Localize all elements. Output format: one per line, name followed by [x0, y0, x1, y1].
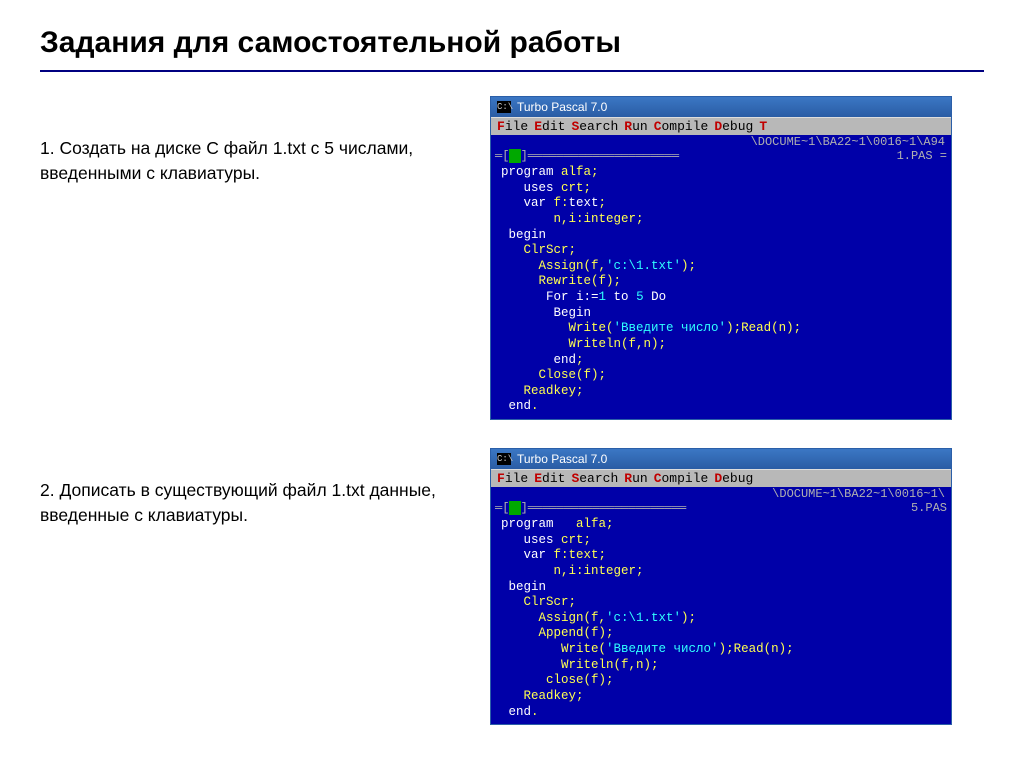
- tab-filename: 1.PAS =: [897, 149, 947, 163]
- tab-bar: ═[█]═════════════════════ 1.PAS =: [491, 149, 951, 163]
- menu-edit-2[interactable]: Edit: [534, 471, 565, 486]
- window-title: Turbo Pascal 7.0: [517, 100, 607, 114]
- menu-compile-2[interactable]: Compile: [654, 471, 709, 486]
- window-titlebar: C:\ Turbo Pascal 7.0: [491, 97, 951, 117]
- menu-file-2[interactable]: File: [497, 471, 528, 486]
- tab-left-2: ═[█]══════════════════════: [495, 501, 686, 515]
- menu-search-2[interactable]: Search: [571, 471, 618, 486]
- task-1-text: 1. Создать на диске С файл 1.txt с 5 чис…: [40, 96, 460, 187]
- menu-edit[interactable]: Edit: [534, 119, 565, 134]
- screenshot-1: C:\ Turbo Pascal 7.0 File Edit Search Ru…: [490, 96, 952, 420]
- menu-debug[interactable]: Debug: [714, 119, 753, 134]
- title-underline: [40, 70, 984, 72]
- menu-bar-2: File Edit Search Run Compile Debug: [491, 469, 951, 487]
- slide: Задания для самостоятельной работы 1. Со…: [0, 0, 1024, 773]
- tab-left: ═[█]═════════════════════: [495, 149, 679, 163]
- menu-file[interactable]: File: [497, 119, 528, 134]
- path-bar: \DOCUME~1\BA22~1\0016~1\A94: [491, 135, 951, 149]
- menu-debug-2[interactable]: Debug: [714, 471, 753, 486]
- menu-run-2[interactable]: Run: [624, 471, 647, 486]
- menu-compile[interactable]: Compile: [654, 119, 709, 134]
- window-title-2: Turbo Pascal 7.0: [517, 452, 607, 466]
- task-2-text: 2. Дописать в существующий файл 1.txt да…: [40, 448, 460, 529]
- tab-bar-2: ═[█]══════════════════════ 5.PAS: [491, 501, 951, 515]
- row-task-1: 1. Создать на диске С файл 1.txt с 5 чис…: [40, 96, 984, 420]
- cmd-icon-2: C:\: [497, 453, 511, 465]
- menu-bar: File Edit Search Run Compile Debug T: [491, 117, 951, 135]
- slide-title: Задания для самостоятельной работы: [40, 26, 984, 60]
- code-area-1: program alfa; uses crt; var f:text; n,i:…: [491, 163, 951, 419]
- screenshot-2: C:\ Turbo Pascal 7.0 File Edit Search Ru…: [490, 448, 952, 725]
- cmd-icon: C:\: [497, 101, 511, 113]
- menu-more[interactable]: T: [759, 119, 767, 134]
- menu-search[interactable]: Search: [571, 119, 618, 134]
- path-bar-2: \DOCUME~1\BA22~1\0016~1\: [491, 487, 951, 501]
- tab-filename-2: 5.PAS: [911, 501, 947, 515]
- row-task-2: 2. Дописать в существующий файл 1.txt да…: [40, 448, 984, 725]
- window-titlebar-2: C:\ Turbo Pascal 7.0: [491, 449, 951, 469]
- code-area-2: program alfa; uses crt; var f:text; n,i:…: [491, 515, 951, 724]
- menu-run[interactable]: Run: [624, 119, 647, 134]
